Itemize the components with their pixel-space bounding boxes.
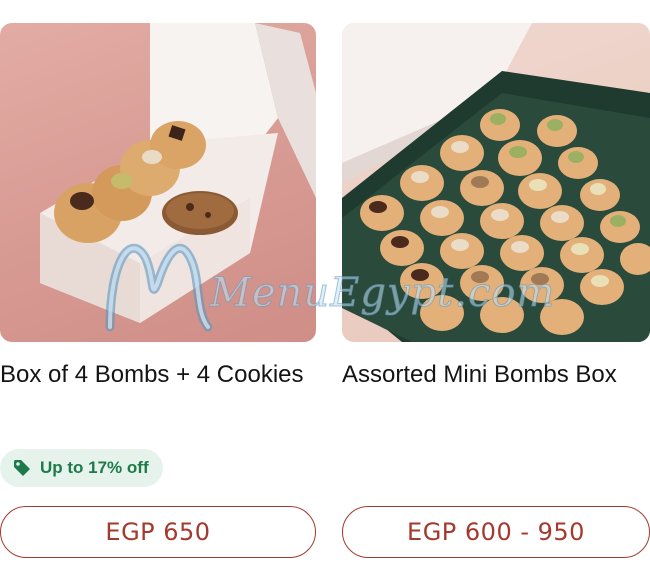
price-button[interactable]: EGP 600 - 950: [342, 506, 650, 558]
product-photo: [40, 23, 316, 323]
product-title[interactable]: Assorted Mini Bombs Box: [342, 356, 650, 394]
price-button[interactable]: EGP 650: [0, 506, 316, 558]
product-photo: [342, 23, 650, 342]
product-image[interactable]: [342, 23, 650, 342]
tag-icon: [14, 460, 30, 476]
product-title[interactable]: Box of 4 Bombs + 4 Cookies: [0, 356, 316, 394]
product-card[interactable]: Box of 4 Bombs + 4 Cookies Up to 17% off…: [0, 0, 316, 558]
product-card[interactable]: Assorted Mini Bombs Box EGP 600 - 950: [342, 0, 650, 558]
discount-badge: Up to 17% off: [0, 449, 163, 487]
product-image[interactable]: [0, 23, 316, 342]
discount-label: Up to 17% off: [40, 458, 149, 477]
